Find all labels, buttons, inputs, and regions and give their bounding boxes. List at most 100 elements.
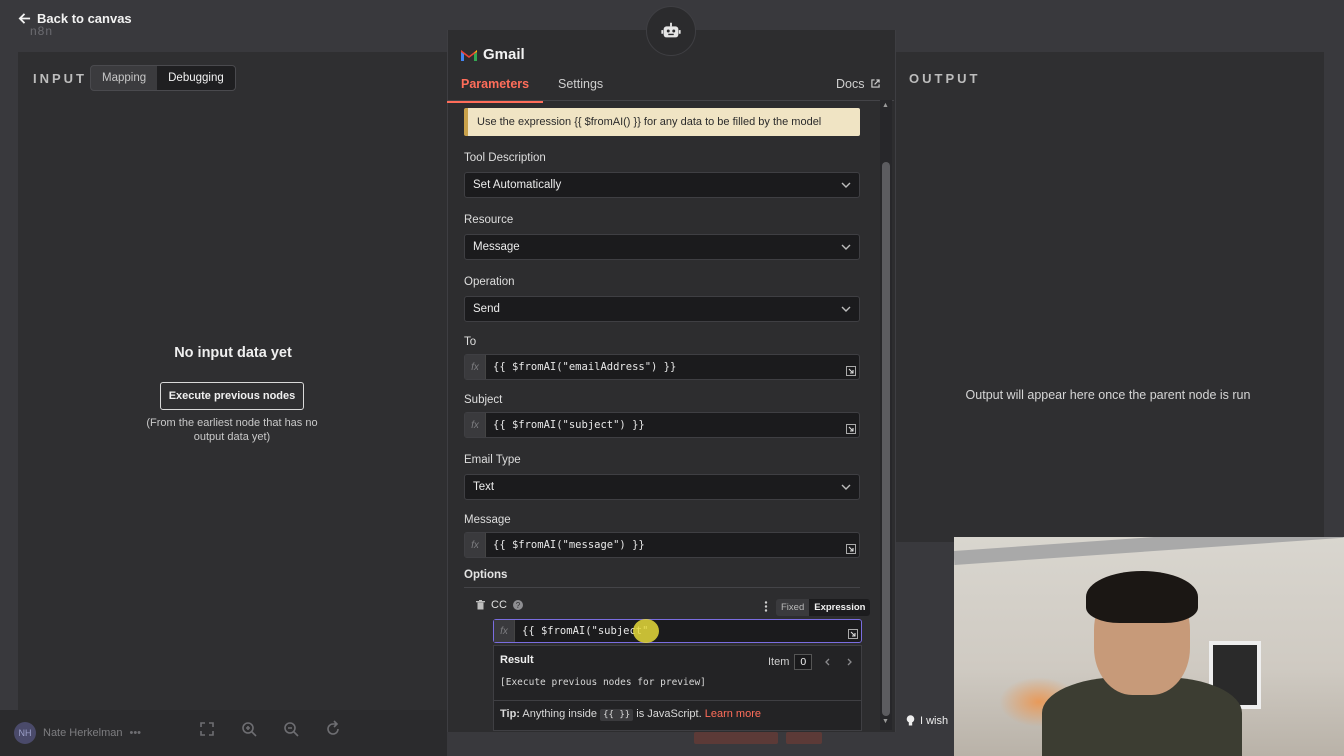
message-label: Message	[464, 514, 511, 526]
feedback-text: I wish	[920, 715, 949, 727]
cursor-highlight	[633, 619, 659, 643]
email-type-select[interactable]: Text	[464, 474, 860, 500]
result-title: Result	[500, 654, 534, 666]
cc-option-header: CC ?	[476, 599, 523, 611]
chevron-left-icon[interactable]	[823, 657, 833, 667]
tab-parameters[interactable]: Parameters	[446, 77, 544, 103]
operation-value: Send	[473, 303, 500, 315]
fx-icon: fx	[494, 620, 515, 642]
zoom-out-icon[interactable]	[280, 718, 302, 740]
ai-tool-badge	[646, 6, 696, 56]
no-input-hint: (From the earliest node that has no outp…	[146, 417, 318, 443]
expand-icon[interactable]	[848, 629, 858, 639]
external-link-icon	[871, 79, 880, 88]
result-item-pager: Item 0	[768, 654, 854, 670]
tip-prefix: Tip:	[500, 708, 520, 720]
input-panel-title: INPUT	[33, 71, 87, 86]
fx-icon: fx	[465, 355, 486, 379]
expression-mode-button[interactable]: Expression	[809, 599, 871, 616]
fit-view-icon[interactable]	[196, 718, 218, 740]
input-panel	[18, 52, 448, 710]
operation-select[interactable]: Send	[464, 296, 860, 322]
email-type-value: Text	[473, 481, 495, 493]
message-value: {{ $fromAI("message") }}	[493, 539, 645, 551]
cc-label: CC	[491, 599, 507, 611]
reset-zoom-icon[interactable]	[322, 718, 344, 740]
tip-text-1: Anything inside	[522, 708, 598, 720]
mapping-mode-button[interactable]: Mapping	[91, 66, 157, 90]
lightbulb-icon	[906, 715, 915, 726]
trash-icon[interactable]	[476, 600, 485, 610]
message-expression-input[interactable]: fx {{ $fromAI("message") }}	[464, 532, 860, 558]
result-divider	[493, 700, 862, 701]
zoom-in-icon[interactable]	[238, 718, 260, 740]
output-panel	[894, 52, 1324, 542]
tool-description-select[interactable]: Set Automatically	[464, 172, 860, 198]
ellipsis-icon[interactable]: •••	[129, 727, 141, 739]
resource-label: Resource	[464, 214, 514, 226]
expand-icon[interactable]	[846, 424, 856, 434]
fixed-mode-button[interactable]: Fixed	[776, 599, 810, 616]
scrollbar-thumb[interactable]	[882, 162, 890, 716]
scroll-up-icon[interactable]: ▲	[882, 102, 889, 109]
scroll-down-icon[interactable]: ▼	[882, 718, 889, 725]
expand-icon[interactable]	[846, 544, 856, 554]
execute-workflow-button[interactable]	[694, 732, 778, 744]
gmail-icon	[461, 49, 477, 61]
docs-link[interactable]: Docs	[836, 77, 880, 91]
avatar: NH	[14, 722, 36, 744]
execute-previous-nodes-button[interactable]: Execute previous nodes	[160, 382, 304, 410]
to-value: {{ $fromAI("emailAddress") }}	[493, 361, 677, 373]
robot-icon	[661, 22, 681, 38]
item-index-input[interactable]: 0	[794, 654, 813, 670]
svg-text:?: ?	[516, 601, 521, 610]
user-menu[interactable]: NH Nate Herkelman •••	[14, 722, 141, 744]
to-label: To	[464, 336, 477, 348]
output-panel-title: OUTPUT	[909, 71, 981, 86]
options-label: Options	[464, 569, 508, 581]
item-label: Item	[768, 656, 790, 668]
n8n-logo: n8n	[30, 24, 54, 38]
webcam-overlay	[954, 537, 1344, 756]
fx-icon: fx	[465, 413, 486, 437]
tool-description-value: Set Automatically	[473, 179, 562, 191]
tool-description-label: Tool Description	[464, 152, 546, 164]
expand-icon[interactable]	[846, 366, 856, 376]
ceiling-pipe	[954, 537, 1344, 565]
chevron-right-icon[interactable]	[844, 657, 854, 667]
subject-label: Subject	[464, 394, 503, 406]
node-tabs: Parameters Settings Docs	[446, 70, 894, 103]
help-icon[interactable]: ?	[512, 600, 523, 610]
fx-icon: fx	[465, 533, 486, 557]
cc-expression-input[interactable]: fx {{ $fromAI("subject"	[493, 619, 862, 643]
resource-value: Message	[473, 241, 520, 253]
delete-button[interactable]	[786, 732, 822, 744]
resource-select[interactable]: Message	[464, 234, 860, 260]
feedback-prompt[interactable]: I wish	[906, 715, 948, 727]
more-options-icon[interactable]	[764, 601, 768, 612]
node-header: Gmail	[461, 46, 525, 63]
input-mode-toggle: Mapping Debugging	[90, 65, 236, 91]
person-hair	[1086, 571, 1198, 623]
subject-value: {{ $fromAI("subject") }}	[493, 419, 645, 431]
javascript-tip: Tip: Anything inside {{ }} is JavaScript…	[500, 708, 761, 721]
tab-settings[interactable]: Settings	[558, 77, 603, 91]
learn-more-link[interactable]: Learn more	[705, 708, 761, 720]
chevron-down-icon	[841, 182, 851, 188]
debugging-mode-button[interactable]: Debugging	[157, 66, 235, 90]
operation-label: Operation	[464, 276, 515, 288]
subject-expression-input[interactable]: fx {{ $fromAI("subject") }}	[464, 412, 860, 438]
user-name: Nate Herkelman	[43, 727, 123, 739]
no-input-title: No input data yet	[174, 345, 292, 361]
chevron-down-icon	[841, 484, 851, 490]
result-value: [Execute previous nodes for preview]	[500, 677, 706, 688]
docs-label: Docs	[836, 77, 865, 91]
output-empty-message: Output will appear here once the parent …	[965, 388, 1251, 402]
fixed-expression-toggle: Fixed Expression	[776, 599, 871, 616]
node-title[interactable]: Gmail	[483, 46, 525, 63]
fromai-notice: Use the expression {{ $fromAI() }} for a…	[464, 108, 860, 136]
options-divider	[464, 587, 860, 588]
chevron-down-icon	[841, 306, 851, 312]
to-expression-input[interactable]: fx {{ $fromAI("emailAddress") }}	[464, 354, 860, 380]
tip-text-2: is JavaScript.	[636, 708, 702, 720]
